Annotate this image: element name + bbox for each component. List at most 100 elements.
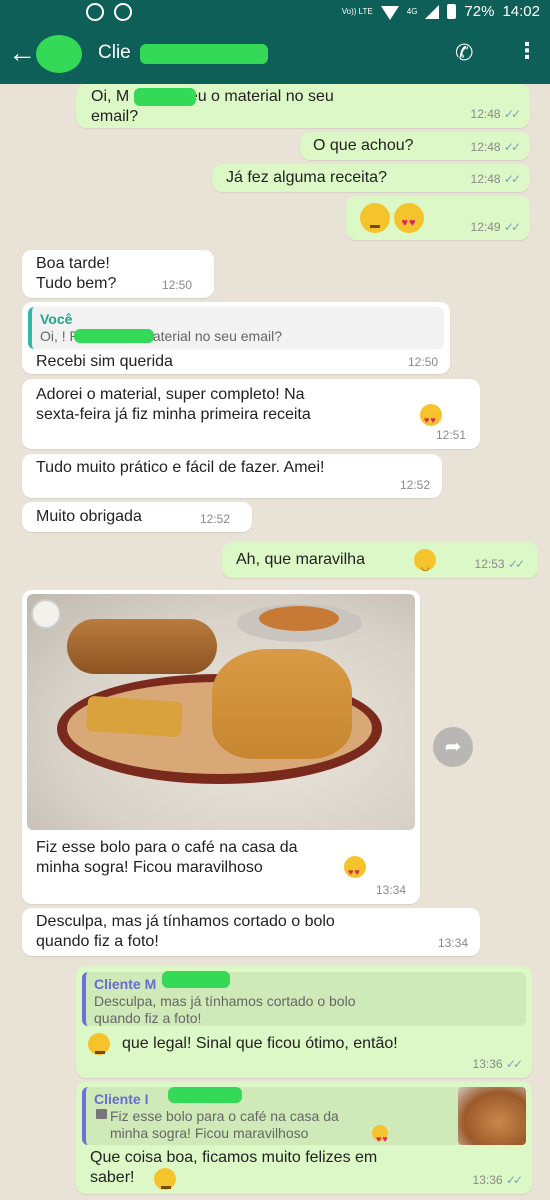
message-outgoing[interactable]: Oi, M ! Recebeu o material no seu email?…: [76, 84, 530, 128]
message-incoming[interactable]: Muito obrigada 12:52: [22, 502, 252, 532]
message-incoming[interactable]: Boa tarde! Tudo bem? 12:50: [22, 250, 214, 298]
tart-shape: [259, 606, 339, 631]
cake-shape: [212, 649, 352, 759]
message-meta: 13:36 ✓✓: [472, 1054, 524, 1074]
whatsapp-notification-icon: [86, 3, 104, 21]
message-meta: 12:48 ✓✓: [470, 169, 522, 189]
message-time: 12:48: [470, 107, 501, 121]
message-text: Tudo muito prático e fácil de fazer. Ame…: [36, 459, 325, 476]
message-incoming[interactable]: Tudo muito prático e fácil de fazer. Ame…: [22, 454, 442, 498]
message-outgoing-reply[interactable]: Cliente I Fiz esse bolo para o café na c…: [76, 1082, 532, 1197]
message-time: 12:50: [407, 355, 438, 369]
sync-notification-icon: [114, 3, 132, 21]
add-call-icon[interactable]: ✆: [455, 40, 473, 66]
message-text: Que coisa boa, ficamos muito felizes em …: [90, 1149, 378, 1186]
avatar[interactable]: [36, 35, 82, 73]
status-bar: Vo)) LTE 4G 72% 14:02: [0, 0, 550, 24]
message-text: que legal! Sinal que ficou ótimo, então!: [122, 1035, 398, 1052]
smiling-face-emoji: [414, 549, 436, 578]
image-icon: [96, 1109, 107, 1119]
cake-photo[interactable]: [27, 594, 415, 830]
read-ticks-icon: ✓✓: [505, 1173, 523, 1187]
back-arrow-icon[interactable]: ←: [8, 38, 36, 68]
message-time: 12:48: [470, 140, 501, 154]
quote-text: Desculpa, mas já tínhamos cortado o bolo…: [94, 993, 356, 1026]
grinning-face-emoji: [360, 203, 390, 236]
quote-author: Cliente I: [94, 1091, 149, 1107]
message-time: 13:36: [472, 1173, 503, 1187]
message-time: 12:48: [470, 172, 501, 186]
message-incoming-reply[interactable]: Você Oi, ! Recebeu o material no seu ema…: [22, 302, 450, 374]
message-text: O que achou?: [313, 137, 414, 154]
message-time: 13:34: [437, 936, 468, 950]
battery-icon: [447, 4, 457, 19]
redaction-mark: [168, 1087, 242, 1103]
message-text: Recebi sim querida: [36, 353, 173, 370]
read-ticks-icon: ✓✓: [503, 107, 521, 121]
contact-name[interactable]: Clie: [98, 42, 131, 64]
quote-text: Fiz esse bolo para o café na casa da min…: [110, 1108, 339, 1141]
message-meta: 12:53 ✓✓: [474, 554, 526, 574]
read-ticks-icon: ✓✓: [503, 140, 521, 154]
message-time: 12:53: [474, 557, 505, 571]
message-outgoing-reply[interactable]: Cliente M Desculpa, mas já tínhamos cort…: [76, 966, 532, 1078]
message-text: Oi, M ! Recebeu o material no seu email?: [91, 88, 334, 125]
network-type-label: 4G: [406, 7, 418, 16]
read-ticks-icon: ✓✓: [507, 557, 525, 571]
message-outgoing[interactable]: Já fez alguma receita? 12:48 ✓✓: [212, 164, 530, 192]
more-vert-icon[interactable]: ⋮: [516, 38, 538, 64]
message-incoming[interactable]: Desculpa, mas já tínhamos cortado o bolo…: [22, 908, 480, 956]
heart-eyes-emoji: [420, 404, 442, 430]
status-notifications: [86, 3, 132, 21]
forward-icon[interactable]: ➦: [433, 727, 473, 767]
signal-icon: [425, 4, 440, 19]
redaction-mark: [140, 44, 268, 64]
cake-thumbnail: [458, 1087, 526, 1145]
quoted-message[interactable]: Cliente M Desculpa, mas já tínhamos cort…: [82, 972, 526, 1026]
message-time: 12:51: [435, 428, 466, 442]
message-time: 12:52: [200, 512, 231, 526]
chat-header: ← Clie ✆ ⋮: [0, 24, 550, 84]
message-incoming-image[interactable]: Fiz esse bolo para o café na casa da min…: [22, 590, 420, 904]
message-text: Adorei o material, super completo! Na se…: [36, 386, 311, 423]
quote-author: Você: [40, 311, 73, 327]
message-meta: 12:49 ✓✓: [470, 217, 522, 237]
message-time: 13:34: [375, 883, 406, 897]
volte-label: Vo)) LTE: [341, 7, 373, 16]
smiling-face-emoji: [154, 1168, 176, 1197]
message-outgoing[interactable]: Ah, que maravilha 12:53 ✓✓: [222, 542, 538, 578]
message-emojis: [360, 203, 425, 236]
message-text: Ah, que maravilha: [236, 551, 365, 568]
message-meta: 13:36 ✓✓: [472, 1170, 524, 1190]
grinning-face-emoji: [88, 1033, 110, 1062]
heart-eyes-emoji: [344, 856, 366, 882]
status-system-icons: Vo)) LTE 4G 72% 14:02: [342, 3, 540, 20]
read-ticks-icon: ✓✓: [503, 220, 521, 234]
battery-percent: 72%: [464, 3, 495, 20]
message-outgoing[interactable]: O que achou? 12:48 ✓✓: [300, 132, 530, 160]
redaction-mark: [134, 88, 196, 106]
message-time: 12:52: [399, 478, 430, 492]
redaction-mark: [162, 971, 230, 988]
message-time: 12:49: [470, 220, 501, 234]
bread-shape: [67, 619, 217, 674]
wifi-icon: [380, 5, 399, 20]
chat-area: Oi, M ! Recebeu o material no seu email?…: [0, 84, 550, 1200]
message-meta: 12:48 ✓✓: [470, 137, 522, 157]
redaction-mark: [74, 329, 154, 343]
message-text: Muito obrigada: [36, 508, 142, 525]
teacup-shape: [31, 599, 61, 629]
message-text: Já fez alguma receita?: [226, 169, 387, 186]
read-ticks-icon: ✓✓: [503, 172, 521, 186]
heart-eyes-emoji: [372, 1125, 389, 1148]
smiling-face-with-hearts-emoji: [394, 203, 425, 233]
message-time: 13:36: [472, 1057, 503, 1071]
message-time: 12:50: [162, 278, 193, 292]
message-meta: 12:48 ✓✓: [470, 104, 522, 124]
message-incoming[interactable]: Adorei o material, super completo! Na se…: [22, 379, 480, 449]
clock: 14:02: [502, 3, 540, 20]
read-ticks-icon: ✓✓: [505, 1057, 523, 1071]
cake-slice-shape: [85, 695, 184, 738]
message-text: Desculpa, mas já tínhamos cortado o bolo…: [36, 913, 335, 950]
message-outgoing[interactable]: 12:49 ✓✓: [346, 196, 530, 240]
